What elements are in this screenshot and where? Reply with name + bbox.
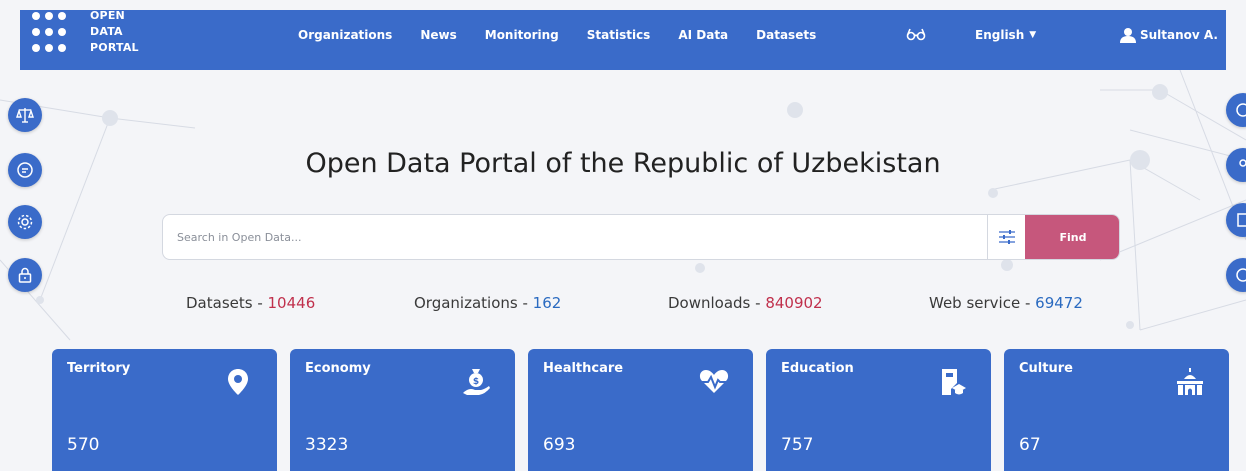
nav-monitoring[interactable]: Monitoring [485,28,559,42]
stat-label: Downloads - [668,294,766,312]
card-title: Education [781,361,854,376]
mosque-icon [1177,368,1203,395]
nav-statistics[interactable]: Statistics [587,28,651,42]
search-bar: Find [162,214,1120,260]
category-card-territory[interactable]: Territory 570 [52,349,277,471]
top-navbar: OPEN DATA PORTAL Organizations News Moni… [20,8,1226,70]
category-card-economy[interactable]: Economy $ 3323 [290,349,515,471]
page-title: Open Data Portal of the Republic of Uzbe… [305,148,941,179]
stat-label: Organizations - [414,294,533,312]
search-input[interactable] [163,215,987,259]
stat-value: 162 [532,294,562,312]
card-title: Culture [1019,361,1073,376]
scales-icon [16,108,34,123]
stat-value: 10446 [267,294,316,312]
people-icon [1239,159,1246,167]
money-bag-hand-icon: $ [463,369,490,395]
sliders-icon [998,230,1015,244]
stat-label: Datasets - [186,294,268,312]
card-value: 3323 [305,435,349,455]
document-icon [1237,213,1246,227]
logo-line-open: OPEN [90,9,125,22]
filter-button[interactable] [987,215,1025,259]
nav-organizations[interactable]: Organizations [298,28,392,42]
heartbeat-icon [699,370,729,393]
card-title: Territory [67,361,131,376]
user-name: Sultanov A. [1140,28,1218,42]
card-title: Healthcare [543,361,624,376]
side-settings-button[interactable] [8,205,42,239]
gears-icon [17,214,33,230]
card-title: Economy [305,361,371,376]
stat-value: 69472 [1035,294,1083,312]
lock-icon [18,267,32,283]
find-button[interactable]: Find [1025,215,1119,259]
main-nav: Organizations News Monitoring Statistics… [298,10,844,60]
user-menu[interactable]: Sultanov A. [1120,10,1218,60]
chat-bubble-icon [17,162,33,178]
logo-line-portal: PORTAL [90,41,139,54]
logo-line-data: DATA [90,25,123,38]
stat-value: 840902 [765,294,823,312]
stat-downloads: Downloads - 840902 [668,294,823,312]
card-value: 693 [543,435,576,455]
glasses-icon[interactable] [906,26,926,42]
category-card-culture[interactable]: Culture 67 [1004,349,1229,471]
location-pin-icon [228,369,248,395]
card-value: 570 [67,435,100,455]
nav-datasets[interactable]: Datasets [756,28,816,42]
svg-text:$: $ [473,377,479,387]
nav-news[interactable]: News [420,28,456,42]
stat-datasets: Datasets - 10446 [186,294,315,312]
category-card-education[interactable]: Education 757 [766,349,991,471]
card-value: 757 [781,435,814,455]
stat-organizations: Organizations - 162 [414,294,561,312]
chat-icon [1236,103,1246,117]
stat-web-service: Web service - 69472 [929,294,1083,312]
portal-logo[interactable]: OPEN DATA PORTAL [32,8,172,70]
side-legal-button[interactable] [8,98,42,132]
stat-label: Web service - [929,294,1036,312]
side-lock-button[interactable] [8,258,42,292]
logo-text: OPEN DATA PORTAL [90,8,139,56]
category-card-healthcare[interactable]: Healthcare 693 [528,349,753,471]
nav-ai-data[interactable]: AI Data [678,28,728,42]
caret-down-icon: ▼ [1029,30,1037,40]
language-selector[interactable]: English ▼ [975,10,1036,60]
language-label: English [975,28,1025,42]
book-graduation-icon [942,369,966,395]
card-value: 67 [1019,435,1041,455]
user-icon [1120,28,1136,43]
chat-icon [1236,268,1246,282]
side-chat-button[interactable] [8,153,42,187]
